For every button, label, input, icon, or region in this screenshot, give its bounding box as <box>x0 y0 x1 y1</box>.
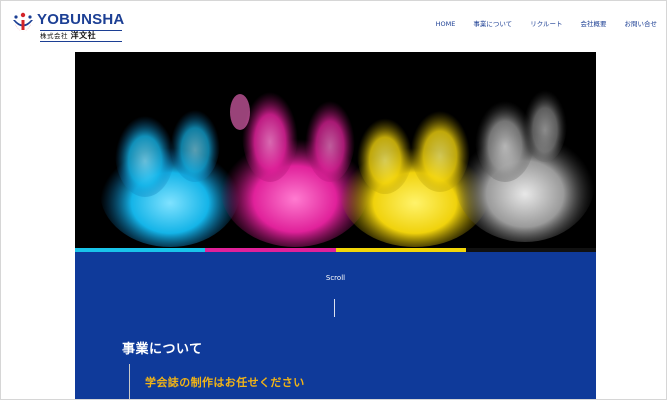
scroll-indicator-line <box>334 299 335 317</box>
subtitle-divider <box>129 364 130 399</box>
nav-item-recruit[interactable]: リクルート <box>530 20 562 29</box>
nav-item-home[interactable]: HOME <box>436 20 456 29</box>
brand-company-kanji: 洋文社 <box>70 31 97 40</box>
main-nav: HOME 事業について リクルート 会社概要 お問い合せ <box>418 20 657 29</box>
site-logo[interactable]: YOBUNSHA 株式会社 洋文社 <box>10 11 125 43</box>
yobunsha-logo-icon <box>13 12 33 32</box>
page-frame: YOBUNSHA 株式会社 洋文社 HOME 事業について リクルート 会社概要… <box>0 0 667 400</box>
section-title: 事業について <box>122 342 203 357</box>
business-section: Scroll 事業について 学会誌の制作はお任せください <box>75 252 596 399</box>
nav-item-business[interactable]: 事業について <box>473 20 512 29</box>
brand-name: YOBUNSHA <box>37 11 125 28</box>
site-header: YOBUNSHA 株式会社 洋文社 HOME 事業について リクルート 会社概要… <box>1 1 666 51</box>
powder-explosion-illustration <box>100 82 595 247</box>
brand-company-name: 株式会社 洋文社 <box>40 30 122 42</box>
nav-item-company[interactable]: 会社概要 <box>581 20 607 29</box>
nav-item-contact[interactable]: お問い合せ <box>625 20 658 29</box>
brand-company-prefix: 株式会社 <box>40 32 68 40</box>
section-subtitle: 学会誌の制作はお任せください <box>145 376 305 389</box>
hero-image <box>75 52 596 249</box>
scroll-indicator-label[interactable]: Scroll <box>75 274 596 282</box>
